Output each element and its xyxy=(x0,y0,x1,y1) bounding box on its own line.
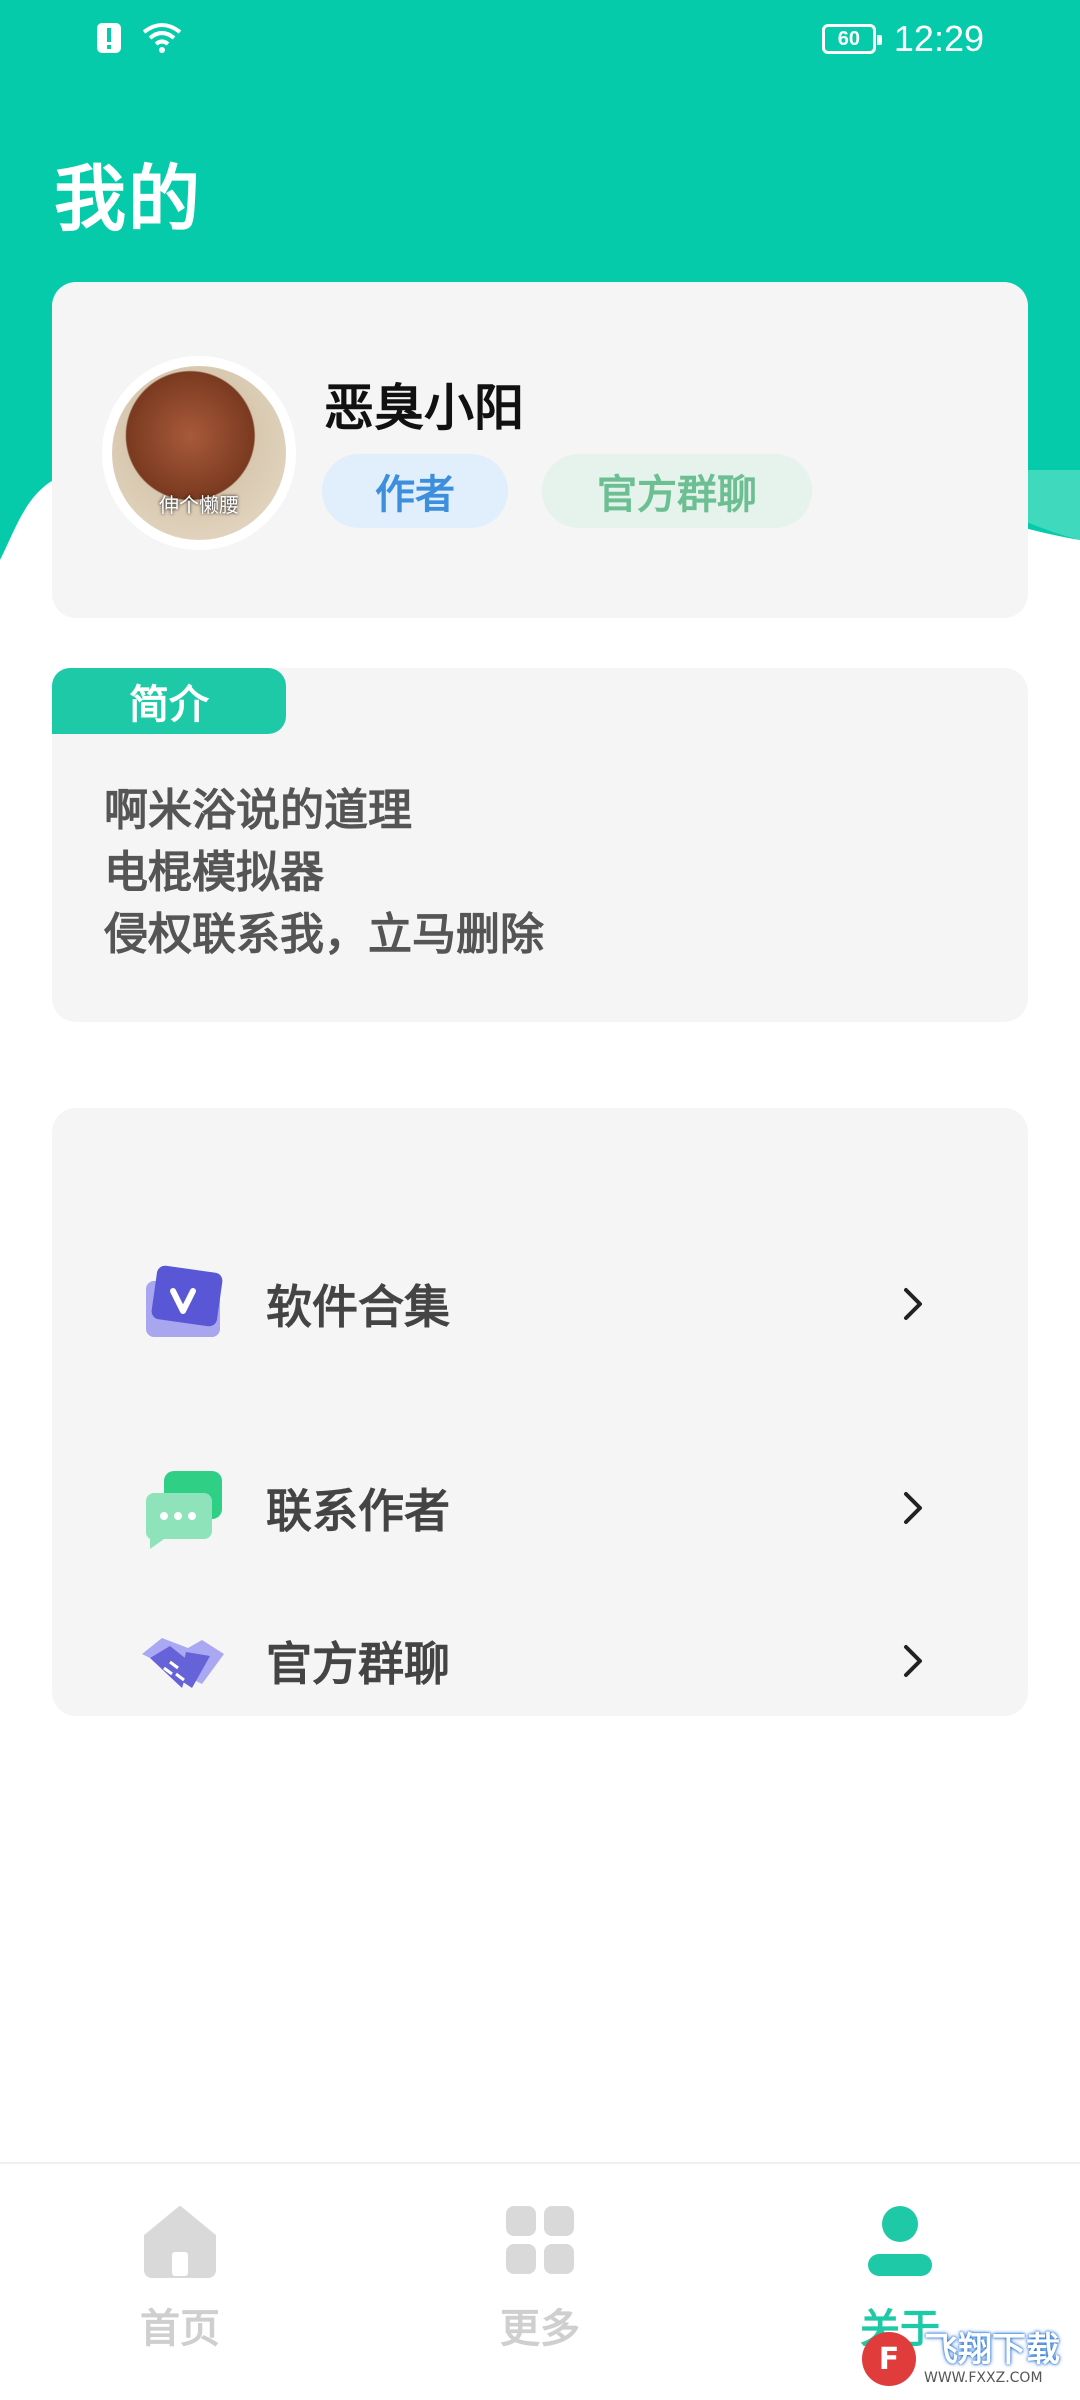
profile-card: 伸个懒腰 恶臭小阳 作者 官方群聊 xyxy=(52,282,1028,618)
home-icon xyxy=(144,2206,216,2278)
avatar-caption: 伸个懒腰 xyxy=(159,493,239,517)
username: 恶臭小阳 xyxy=(324,379,524,437)
intro-line: 侵权联系我，立马删除 xyxy=(104,909,544,960)
intro-card: 简介 啊米浴说的道理 电棍模拟器 侵权联系我，立马删除 xyxy=(52,668,1028,1022)
person-icon xyxy=(868,2206,932,2276)
wifi-icon xyxy=(142,23,182,53)
battery-icon: 60 xyxy=(821,24,882,54)
status-bar: 60 12:29 xyxy=(0,0,1080,80)
chat-bubble-icon xyxy=(145,1471,222,1549)
menu-item-label: 联系作者 xyxy=(266,1484,450,1538)
avatar[interactable]: 伸个懒腰 xyxy=(102,356,296,550)
v-card-icon xyxy=(146,1265,223,1337)
intro-text: 啊米浴说的道理 电棍模拟器 侵权联系我，立马删除 xyxy=(104,780,544,966)
tab-home[interactable]: 首页 xyxy=(100,2204,260,2354)
page-title: 我的 xyxy=(54,157,203,241)
intro-line: 电棍模拟器 xyxy=(104,847,324,898)
chevron-right-icon xyxy=(904,1645,922,1677)
intro-line: 啊米浴说的道理 xyxy=(104,785,412,836)
menu-item-label: 官方群聊 xyxy=(266,1637,450,1691)
official-group-tag[interactable]: 官方群聊 xyxy=(542,454,812,528)
menu-item-contact-author[interactable]: 联系作者 xyxy=(52,1438,1028,1578)
tab-label: 首页 xyxy=(140,2306,220,2352)
watermark-text: 飞翔下载 xyxy=(924,2330,1060,2370)
intro-badge: 简介 xyxy=(52,668,286,734)
menu-item-official-group[interactable]: 官方群聊 xyxy=(52,1606,1028,1716)
chevron-right-icon xyxy=(904,1288,922,1320)
menu-item-label: 软件合集 xyxy=(266,1280,450,1334)
bottom-tab-bar: 首页 更多 关于 F 飞翔下载 WWW.FXXZ.COM xyxy=(0,2162,1080,2400)
watermark: F 飞翔下载 WWW.FXXZ.COM xyxy=(862,2332,1060,2386)
status-time: 12:29 xyxy=(893,18,984,59)
battery-level: 60 xyxy=(837,27,861,50)
handshake-icon xyxy=(142,1638,224,1688)
tab-more[interactable]: 更多 xyxy=(460,2204,620,2354)
author-tag[interactable]: 作者 xyxy=(322,454,508,528)
chevron-right-icon xyxy=(904,1492,922,1524)
tab-label: 更多 xyxy=(500,2306,580,2352)
menu-card: 软件合集 联系作者 官方群聊 xyxy=(52,1108,1028,1716)
watermark-logo: F xyxy=(862,2332,916,2386)
avatar-image: 伸个懒腰 xyxy=(112,366,286,540)
alert-icon xyxy=(97,23,121,53)
watermark-url: WWW.FXXZ.COM xyxy=(924,2370,1043,2386)
grid-icon xyxy=(506,2206,574,2274)
menu-item-software-collection[interactable]: 软件合集 xyxy=(52,1234,1028,1374)
